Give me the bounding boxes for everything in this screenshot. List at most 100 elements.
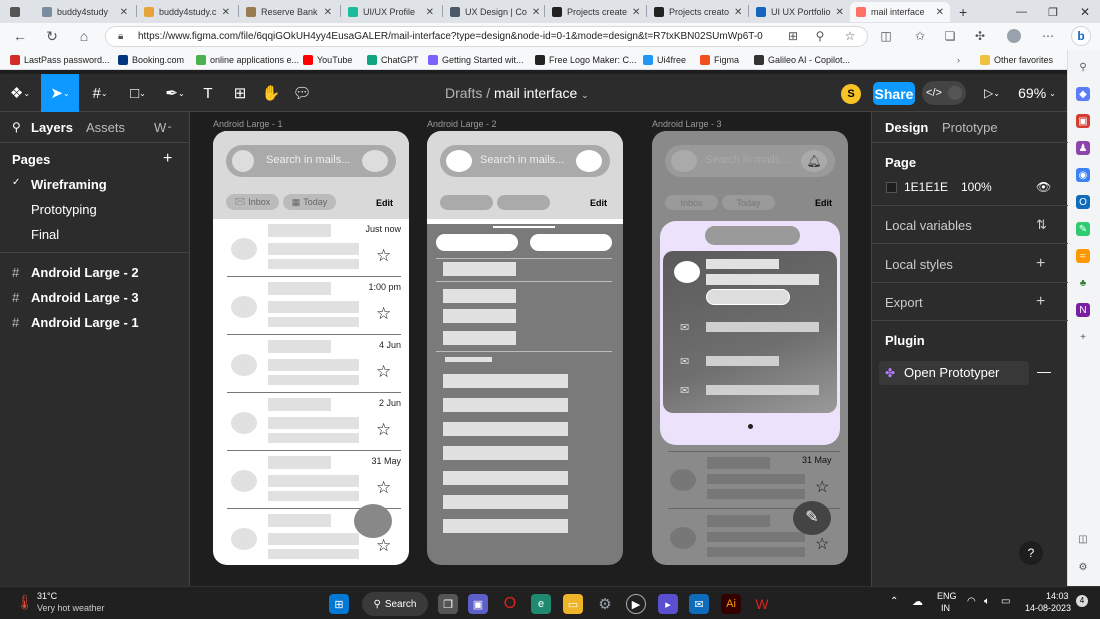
illustrator-icon[interactable]: Ai: [721, 594, 741, 614]
inbox-chip[interactable]: Inbox: [665, 195, 718, 210]
close-window-icon[interactable]: ✕: [1074, 2, 1092, 22]
present-play-icon[interactable]: ▷ ⌄: [980, 74, 1004, 112]
close-tab-icon[interactable]: ✕: [532, 7, 540, 18]
add-sidebar-app-icon[interactable]: +: [1076, 330, 1090, 344]
opera-icon[interactable]: O: [500, 594, 520, 614]
pen-tool-icon[interactable]: ✒ ⌄: [160, 74, 190, 112]
star-icon[interactable]: ☆: [815, 477, 829, 497]
bookmark-item[interactable]: Ui4free: [643, 53, 686, 67]
onenote-icon[interactable]: N: [1076, 303, 1090, 317]
sidebar-settings-icon[interactable]: ⚙: [1076, 560, 1090, 574]
restore-window-icon[interactable]: ❐: [1042, 2, 1060, 22]
browser-tab[interactable]: Reserve Bank ✕: [240, 2, 338, 22]
bing-copilot-icon[interactable]: b: [1071, 26, 1091, 46]
wps-icon[interactable]: W: [752, 594, 772, 614]
share-button[interactable]: Share: [873, 82, 915, 105]
bookmark-item[interactable]: Free Logo Maker: C...: [535, 53, 637, 67]
temperature[interactable]: 31°C: [37, 591, 57, 601]
browser-tab[interactable]: buddy4study.c ✕: [138, 2, 236, 22]
home-icon[interactable]: ⌂: [74, 26, 94, 46]
bookmark-item[interactable]: YouTube: [303, 53, 352, 67]
tab-prototype[interactable]: Prototype: [942, 120, 998, 135]
site-permissions-icon[interactable]: ⊞: [785, 28, 801, 44]
close-tab-icon[interactable]: ✕: [222, 7, 230, 18]
edit-button[interactable]: Edit: [376, 198, 393, 208]
today-chip[interactable]: ▦ Today: [283, 194, 336, 210]
add-page-icon[interactable]: +: [163, 150, 172, 168]
account-item[interactable]: [706, 322, 819, 332]
clock-time[interactable]: 14:03: [1046, 591, 1069, 601]
back-icon[interactable]: ←: [10, 26, 30, 46]
close-tab-icon[interactable]: ✕: [426, 7, 434, 18]
star-icon[interactable]: ☆: [376, 420, 391, 440]
search-layers-icon[interactable]: ⚲: [12, 120, 21, 134]
edit-button[interactable]: Edit: [590, 198, 607, 208]
comment-tool-icon[interactable]: 💬︎: [290, 74, 314, 112]
settings-icon[interactable]: ⚙: [595, 594, 615, 614]
media-player-icon[interactable]: ▶: [626, 594, 646, 614]
close-tab-icon[interactable]: ✕: [120, 7, 128, 18]
android-frame-2[interactable]: Search in mails... Edit: [427, 131, 623, 565]
fab-button[interactable]: [354, 504, 392, 538]
onedrive-icon[interactable]: ☁: [912, 595, 923, 608]
shape-tool-icon[interactable]: □ ⌄: [123, 74, 153, 112]
notifications-badge[interactable]: 4: [1076, 595, 1088, 607]
page-item-wireframing[interactable]: Wireframing: [31, 177, 107, 192]
weather-icon[interactable]: 🌡︎: [16, 594, 34, 611]
clipchamp-icon[interactable]: ▸: [658, 594, 678, 614]
outlook-icon[interactable]: O: [1076, 195, 1090, 209]
zoom-icon[interactable]: ⚲: [812, 28, 828, 44]
frame-label[interactable]: Android Large - 2: [427, 119, 497, 129]
wifi-icon[interactable]: ◠: [967, 596, 976, 607]
drawer-item[interactable]: [443, 309, 516, 323]
today-chip[interactable]: Today: [722, 195, 775, 210]
frame-tool-icon[interactable]: # ⌄: [85, 74, 115, 112]
drawer-item[interactable]: [443, 495, 568, 509]
hand-tool-icon[interactable]: ✋: [259, 74, 283, 112]
resources-tool-icon[interactable]: ⊞: [228, 74, 252, 112]
drawer-pill[interactable]: [530, 234, 612, 251]
games-icon[interactable]: ♟: [1076, 141, 1090, 155]
teams-icon[interactable]: ▣: [468, 594, 488, 614]
close-tab-icon[interactable]: ✕: [734, 7, 742, 18]
tab-actions-icon[interactable]: [4, 2, 26, 22]
tab-layers[interactable]: Layers: [31, 120, 73, 135]
mail-row[interactable]: 4 Jun ☆: [213, 335, 409, 393]
figma-main-menu-icon[interactable]: ❖ ⌄: [6, 74, 34, 112]
layer-frame-2[interactable]: Android Large - 2: [31, 265, 139, 280]
minimize-window-icon[interactable]: —: [1010, 2, 1028, 22]
bookmark-item[interactable]: Galileo AI - Copilot...: [754, 53, 850, 67]
chip[interactable]: [440, 195, 493, 210]
zoom-dropdown[interactable]: 69% ⌄: [1014, 74, 1060, 112]
extensions-icon[interactable]: ✣: [972, 28, 988, 44]
close-tab-icon[interactable]: ✕: [936, 7, 944, 18]
bookmark-item[interactable]: online applications e...: [196, 53, 299, 67]
windows-start-icon[interactable]: ⊞: [329, 594, 349, 614]
bookmark-item[interactable]: LastPass password...: [10, 53, 110, 67]
other-favorites-folder[interactable]: Other favorites: [980, 53, 1053, 67]
bookmark-item[interactable]: Figma: [700, 53, 739, 67]
shopping-icon[interactable]: ◆: [1076, 87, 1090, 101]
page-color-swatch[interactable]: [886, 182, 897, 193]
search-bar[interactable]: Search in mails...: [226, 145, 396, 177]
user-avatar[interactable]: S: [841, 84, 861, 104]
bell-icon[interactable]: 🔔︎: [801, 150, 827, 172]
mail-row[interactable]: 2 Jun ☆: [213, 393, 409, 451]
file-name[interactable]: mail interface: [494, 85, 577, 101]
drawer-item[interactable]: [443, 262, 516, 276]
tree-icon[interactable]: ♣: [1076, 276, 1090, 290]
drawer-item[interactable]: [443, 289, 516, 303]
browser-tab[interactable]: Projects creato ✕: [648, 2, 746, 22]
move-tool-icon[interactable]: ➤ ⌄: [41, 74, 79, 112]
weather-text[interactable]: Very hot weather: [37, 603, 105, 613]
tab-more[interactable]: W⌃: [154, 120, 173, 135]
frame-label[interactable]: Android Large - 3: [652, 119, 722, 129]
remove-plugin-icon[interactable]: —: [1037, 363, 1051, 379]
frame-label[interactable]: Android Large - 1: [213, 119, 283, 129]
microsoft365-icon[interactable]: ◉: [1076, 168, 1090, 182]
plugin-item[interactable]: ✤ Open Prototyper: [879, 361, 1029, 385]
drawer-item[interactable]: [443, 519, 568, 533]
android-frame-3[interactable]: Search in mails... 🔔︎ Inbox Today Edit ✉…: [652, 131, 848, 565]
designer-icon[interactable]: ✎: [1076, 222, 1090, 236]
volume-icon[interactable]: 🔈︎: [984, 596, 990, 607]
